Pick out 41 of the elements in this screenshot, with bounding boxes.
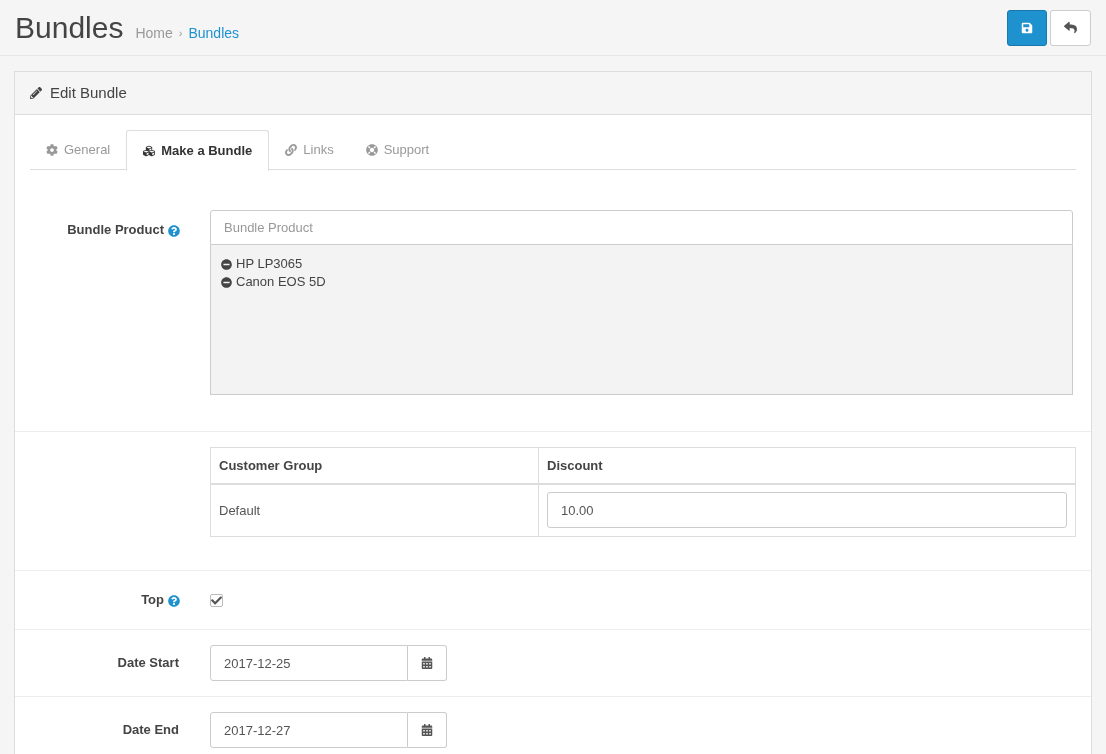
gear-icon (46, 144, 58, 156)
product-item: HP LP3065 (236, 255, 303, 273)
field-label: Date Start (117, 655, 179, 671)
table-cell: Default (210, 483, 539, 537)
date-field[interactable]: 2017-12-27 (210, 712, 408, 748)
link-icon (285, 144, 298, 156)
reply-icon (1064, 21, 1077, 34)
tab[interactable]: Support (349, 130, 446, 170)
discount-field[interactable]: 10.00 (547, 492, 1067, 529)
top-checkbox[interactable] (210, 593, 223, 607)
breadcrumb-link[interactable]: Bundles (188, 23, 240, 44)
calendar-icon (421, 724, 433, 736)
life-ring-icon (365, 144, 378, 156)
breadcrumb-separator: › (178, 26, 183, 42)
bundle-product-field[interactable]: Bundle Product (210, 210, 1073, 245)
field-label: Top (141, 592, 164, 608)
tab[interactable]: Make a Bundle (126, 130, 270, 171)
remove-icon[interactable] (221, 258, 232, 270)
product-item: Canon EOS 5D (236, 273, 326, 291)
calendar-button[interactable] (408, 645, 447, 681)
help-icon (168, 594, 180, 607)
calendar-icon (421, 657, 433, 669)
tab[interactable]: General (30, 130, 127, 170)
tab[interactable]: Links (269, 130, 350, 170)
cubes-icon (143, 144, 156, 157)
help-icon (168, 224, 180, 237)
back-button[interactable] (1050, 9, 1091, 46)
save-icon (1021, 21, 1033, 34)
breadcrumb-link[interactable]: Home (135, 23, 173, 44)
calendar-button[interactable] (408, 712, 447, 748)
panel-title: Edit Bundle (50, 82, 127, 103)
field-label: Date End (122, 722, 179, 738)
field-label: Bundle Product (67, 222, 164, 237)
save-button[interactable] (1007, 9, 1047, 46)
remove-icon[interactable] (221, 276, 232, 288)
column-header: Discount (538, 447, 1076, 484)
column-header: Customer Group (210, 447, 539, 484)
check-icon (211, 594, 222, 606)
date-field[interactable]: 2017-12-25 (210, 645, 408, 681)
page-title: Bundles (15, 10, 124, 46)
pencil-icon (30, 87, 42, 99)
